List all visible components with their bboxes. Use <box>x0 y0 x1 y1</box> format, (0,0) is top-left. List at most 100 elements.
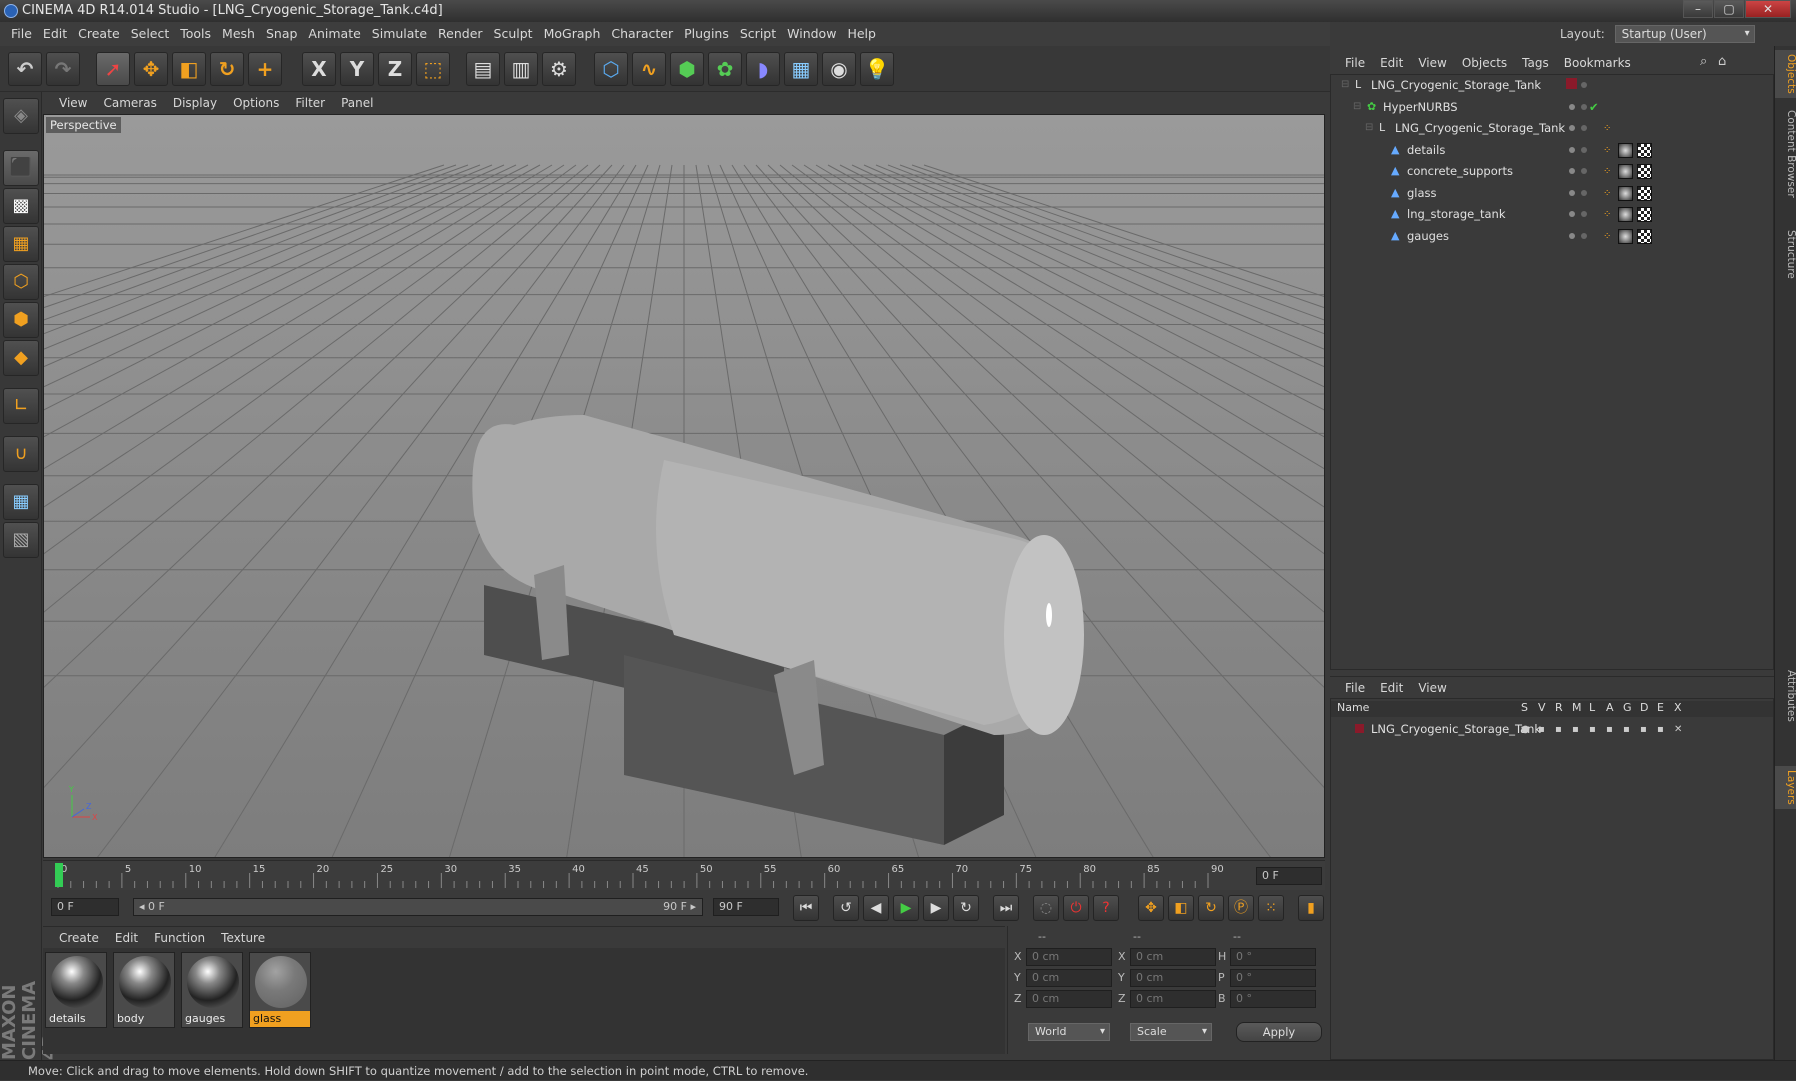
side-tab-layers[interactable]: Layers <box>1775 766 1796 809</box>
side-tab-structure[interactable]: Structure <box>1775 226 1796 283</box>
object-row[interactable]: ▲ gauges ⁘ <box>1331 226 1773 247</box>
render-visibility-dot[interactable] <box>1581 103 1587 110</box>
texture-tag-icon[interactable] <box>1618 228 1633 244</box>
coord-rot-field[interactable]: 0 ° <box>1230 948 1316 966</box>
timeline-playhead[interactable] <box>55 863 63 887</box>
polygons-mode-icon[interactable]: ◆ <box>3 340 39 376</box>
layer-col-s[interactable]: S <box>1521 701 1528 714</box>
render-picture-viewer-icon[interactable]: ▥ <box>504 52 538 86</box>
menu-edit[interactable]: Edit <box>43 26 67 41</box>
object-row[interactable]: ▲ lng_storage_tank ⁘ <box>1331 204 1773 225</box>
key-scale-icon[interactable]: ◧ <box>1168 895 1194 921</box>
cube-icon[interactable]: ⬡ <box>594 52 628 86</box>
coord-mode-dropdown[interactable]: World <box>1028 1023 1110 1041</box>
render-visibility-dot[interactable] <box>1581 168 1587 174</box>
material-details[interactable]: details <box>45 952 107 1028</box>
object-row[interactable]: ▲ details ⁘ <box>1331 140 1773 161</box>
next-frame-icon[interactable]: ▶ <box>923 895 949 921</box>
uvw-tag-icon[interactable] <box>1637 142 1652 158</box>
texture-tag-icon[interactable] <box>1618 142 1633 158</box>
coordinate-system-icon[interactable]: ⬚ <box>416 52 450 86</box>
menu-sculpt[interactable]: Sculpt <box>494 26 533 41</box>
layer-deformers-toggle-icon[interactable]: ▪ <box>1640 719 1647 740</box>
object-row[interactable]: ▲ concrete_supports ⁘ <box>1331 161 1773 182</box>
phong-tag-icon[interactable]: ⁘ <box>1603 118 1611 139</box>
coord-size-field[interactable]: 0 cm <box>1130 948 1216 966</box>
editor-visibility-dot[interactable] <box>1569 125 1575 131</box>
layer-col-e[interactable]: E <box>1657 701 1664 714</box>
menu-tools[interactable]: Tools <box>180 26 211 41</box>
apply-button[interactable]: Apply <box>1236 1022 1322 1042</box>
enabled-check-icon[interactable]: ✔ <box>1589 97 1599 118</box>
edges-mode-icon[interactable]: ⬢ <box>3 302 39 338</box>
material-body[interactable]: body <box>113 952 175 1028</box>
coord-size-field[interactable]: 0 cm <box>1130 969 1216 987</box>
layout-dropdown[interactable]: Startup (User) <box>1614 25 1755 43</box>
camera-icon[interactable]: ◉ <box>822 52 856 86</box>
menu-script[interactable]: Script <box>740 26 776 41</box>
tree-expand-icon[interactable]: ⊟ <box>1365 122 1377 134</box>
workplane-mode-icon[interactable]: ▦ <box>3 226 39 262</box>
object-home-icon[interactable]: ⌂ <box>1718 54 1726 69</box>
menu-character[interactable]: Character <box>611 26 673 41</box>
menu-help[interactable]: Help <box>847 26 876 41</box>
texture-tag-icon[interactable] <box>1618 207 1633 222</box>
layer-row[interactable]: LNG_Cryogenic_Storage_Tank ● ▪ ▪ ▪ ▪ ▪ ▪ ▪ ▪ ✕ <box>1331 719 1773 740</box>
layer-menu-view[interactable]: View <box>1418 681 1446 695</box>
object-row[interactable]: ⊟ ✿ HyperNURBS ✔ <box>1331 97 1773 118</box>
live-selection-icon[interactable]: ➚ <box>96 52 130 86</box>
layer-manager-toggle-icon[interactable]: ▪ <box>1572 719 1579 740</box>
make-editable-icon[interactable]: ◈ <box>3 98 39 134</box>
side-tab-objects[interactable]: Objects <box>1775 50 1796 98</box>
move-icon[interactable]: ✥ <box>134 52 168 86</box>
uvw-tag-icon[interactable] <box>1637 164 1652 179</box>
layer-locked-toggle-icon[interactable]: ▪ <box>1589 719 1596 740</box>
autokey-icon[interactable]: ⏻ <box>1063 895 1089 921</box>
render-visibility-dot[interactable] <box>1581 146 1587 153</box>
menu-mograph[interactable]: MoGraph <box>544 26 601 41</box>
y-axis-icon[interactable]: Y <box>340 52 374 86</box>
goto-start-icon[interactable]: ⏮ <box>793 895 819 921</box>
layer-xref-toggle-icon[interactable]: ✕ <box>1674 719 1682 740</box>
layer-generators-toggle-icon[interactable]: ▪ <box>1623 719 1630 740</box>
coord-size-field[interactable]: 0 cm <box>1130 990 1216 1008</box>
layer-menu-file[interactable]: File <box>1345 681 1365 695</box>
tree-expand-icon[interactable] <box>1377 187 1389 199</box>
texture-tag-icon[interactable] <box>1618 185 1633 201</box>
current-frame-field[interactable]: 0 F <box>1256 867 1322 885</box>
phong-tag-icon[interactable]: ⁘ <box>1603 226 1611 247</box>
layer-render-toggle-icon[interactable]: ▪ <box>1555 719 1562 740</box>
rotate-icon[interactable]: ↻ <box>210 52 244 86</box>
material-menu-texture[interactable]: Texture <box>221 931 265 945</box>
goto-end-icon[interactable]: ⏭ <box>993 895 1019 921</box>
menu-snap[interactable]: Snap <box>266 26 297 41</box>
layer-color-swatch[interactable] <box>1566 78 1577 89</box>
material-menu-edit[interactable]: Edit <box>115 931 138 945</box>
tree-expand-icon[interactable] <box>1377 165 1389 177</box>
nurbs-icon[interactable]: ⬢ <box>670 52 704 86</box>
object-menu-bookmarks[interactable]: Bookmarks <box>1564 56 1631 70</box>
key-rotation-icon[interactable]: ↻ <box>1198 895 1224 921</box>
coord-scale-dropdown[interactable]: Scale <box>1130 1023 1212 1041</box>
object-menu-objects[interactable]: Objects <box>1462 56 1507 70</box>
texture-tag-icon[interactable] <box>1618 164 1633 179</box>
uvw-tag-icon[interactable] <box>1637 185 1652 201</box>
end-frame-field[interactable]: 90 F <box>713 898 779 916</box>
scale-icon[interactable]: ◧ <box>172 52 206 86</box>
add-icon[interactable]: + <box>248 52 282 86</box>
tree-expand-icon[interactable]: ⊟ <box>1341 79 1353 91</box>
snap-magnet-icon[interactable]: ∪ <box>3 436 39 472</box>
floor-icon[interactable]: ▦ <box>784 52 818 86</box>
layer-expressions-toggle-icon[interactable]: ▪ <box>1657 719 1664 740</box>
editor-visibility-dot[interactable] <box>1569 146 1575 153</box>
object-row[interactable]: ⊟ L LNG_Cryogenic_Storage_Tank <box>1331 75 1773 96</box>
render-visibility-dot[interactable] <box>1581 211 1587 217</box>
render-visibility-dot[interactable] <box>1581 82 1587 88</box>
layer-view-toggle-icon[interactable]: ▪ <box>1538 719 1545 740</box>
play-icon[interactable]: ▶ <box>893 895 919 921</box>
object-menu-tags[interactable]: Tags <box>1522 56 1549 70</box>
prev-key-icon[interactable]: ↺ <box>833 895 859 921</box>
editor-visibility-dot[interactable] <box>1569 211 1575 217</box>
viewport-menu-display[interactable]: Display <box>173 96 217 110</box>
record-keys-icon[interactable]: ◌ <box>1033 895 1059 921</box>
